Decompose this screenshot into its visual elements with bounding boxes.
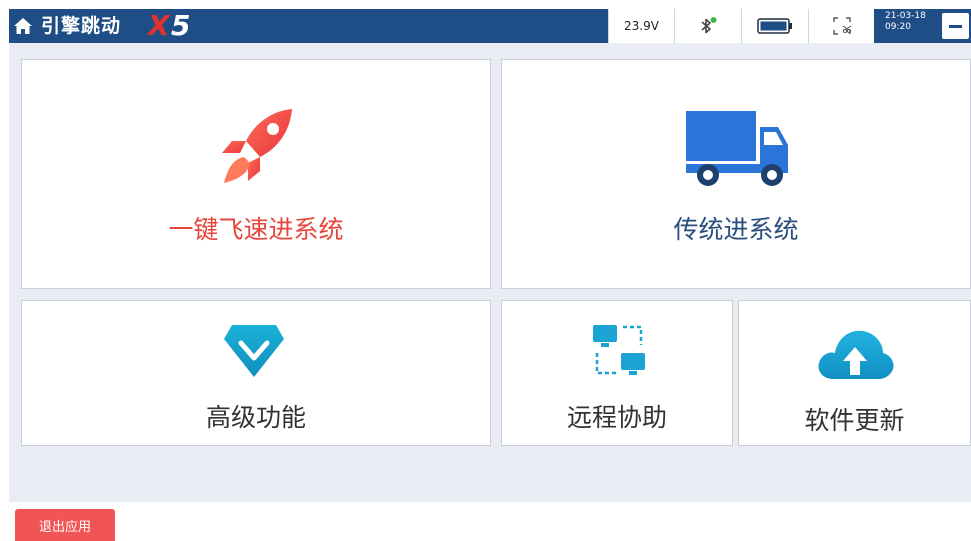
traditional-enter-system-label: 传统进系统	[673, 215, 799, 244]
voltage-indicator: 23.9V	[608, 9, 674, 43]
remote-computers-icon	[593, 325, 645, 375]
software-update-tile[interactable]: 软件更新	[738, 300, 971, 446]
brand-logo-x: X	[148, 9, 170, 42]
battery-status	[741, 9, 808, 43]
quick-enter-system-label: 一键飞速进系统	[168, 215, 344, 244]
datetime: 21-03-18 09:20	[885, 11, 945, 33]
app-title: 引擎跳动	[41, 15, 122, 37]
diamond-icon	[224, 325, 284, 377]
software-update-label: 软件更新	[804, 406, 905, 435]
quick-enter-system-tile[interactable]: 一键飞速进系统	[21, 59, 491, 289]
rocket-icon	[222, 109, 292, 183]
cloud-upload-icon	[818, 330, 894, 379]
brand-logo-5: 5	[171, 9, 191, 42]
remote-assistance-tile[interactable]: 远程协助	[501, 300, 733, 446]
screenshot-icon	[832, 17, 851, 35]
title-bar: 引擎跳动 X 5 23.9V 21-03-18 09:20	[9, 9, 971, 43]
truck-icon	[686, 111, 788, 186]
screenshot-button[interactable]	[808, 9, 874, 43]
voltage-value: 23.9V	[624, 19, 659, 33]
exit-app-button[interactable]: 退出应用	[15, 509, 115, 541]
bluetooth-connected-icon	[701, 17, 717, 34]
main-menu: 一键飞速进系统 传统进系统 高级功能 远程协助 软件更新	[9, 43, 971, 502]
battery-full-icon	[757, 18, 792, 34]
time-text: 09:20	[885, 22, 911, 32]
remote-assistance-label: 远程协助	[566, 403, 667, 432]
exit-app-label: 退出应用	[38, 519, 91, 535]
date-text: 21-03-18	[885, 11, 926, 21]
home-icon[interactable]	[13, 16, 33, 36]
bluetooth-status[interactable]	[674, 9, 741, 43]
traditional-enter-system-tile[interactable]: 传统进系统	[501, 59, 971, 289]
advanced-functions-tile[interactable]: 高级功能	[21, 300, 491, 446]
advanced-functions-label: 高级功能	[205, 403, 306, 432]
minimize-button[interactable]	[942, 13, 969, 39]
